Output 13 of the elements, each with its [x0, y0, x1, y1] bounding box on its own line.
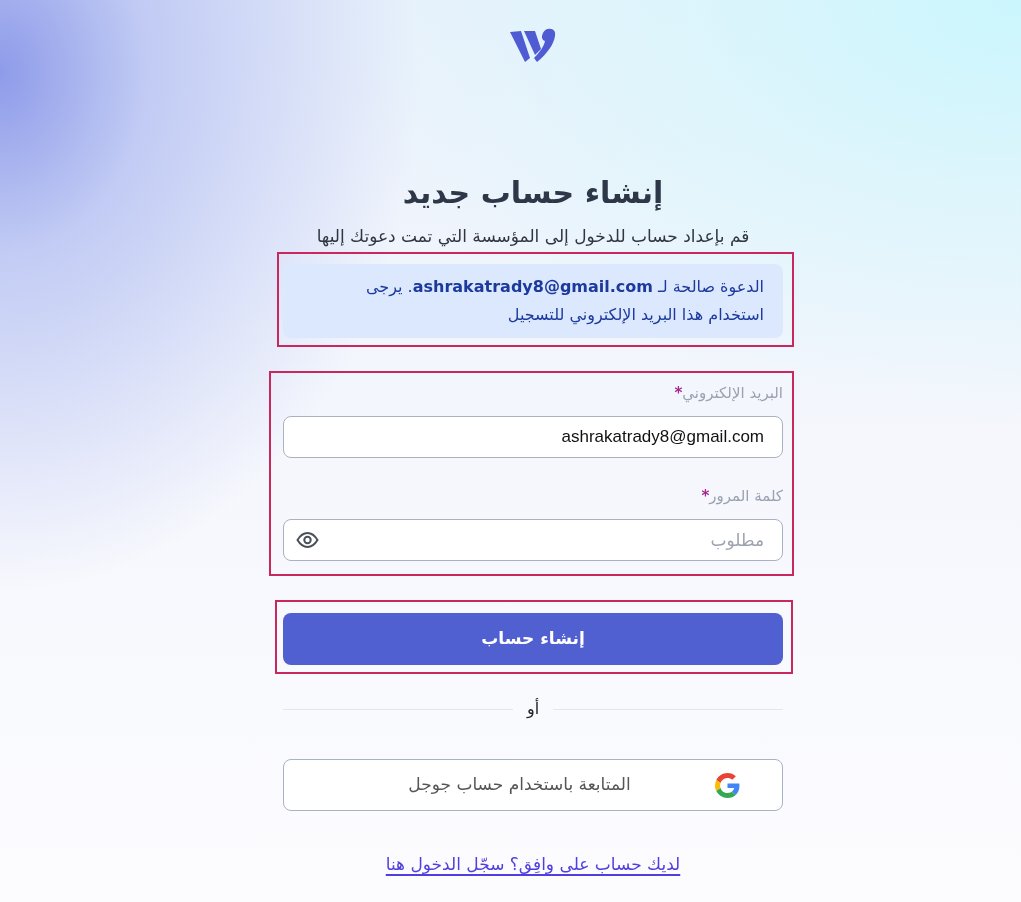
page-title: إنشاء حساب جديد	[401, 174, 665, 213]
google-signin-button[interactable]: المتابعة باستخدام حساب جوجل	[283, 759, 783, 811]
logo-icon	[510, 28, 556, 63]
field-label: كلمة المرور*	[700, 486, 783, 507]
eye-icon[interactable]	[296, 532, 319, 548]
google-g-icon	[715, 772, 740, 798]
login-link[interactable]: لديك حساب على وافِق؟ سجّل الدخول هنا	[385, 852, 681, 876]
divider-label: أو	[526, 699, 540, 719]
password-field[interactable]: مطلوب	[283, 519, 783, 561]
page-subtitle: قم بإعداد حساب للدخول إلى المؤسسة التي تمت دعوتك إليها	[315, 225, 751, 249]
email-field[interactable]: ashrakatrady8@gmail.com	[283, 416, 783, 458]
create-account-button[interactable]: إنشاء حساب	[283, 613, 783, 665]
field-label: البريد الإلكتروني*	[673, 383, 783, 404]
